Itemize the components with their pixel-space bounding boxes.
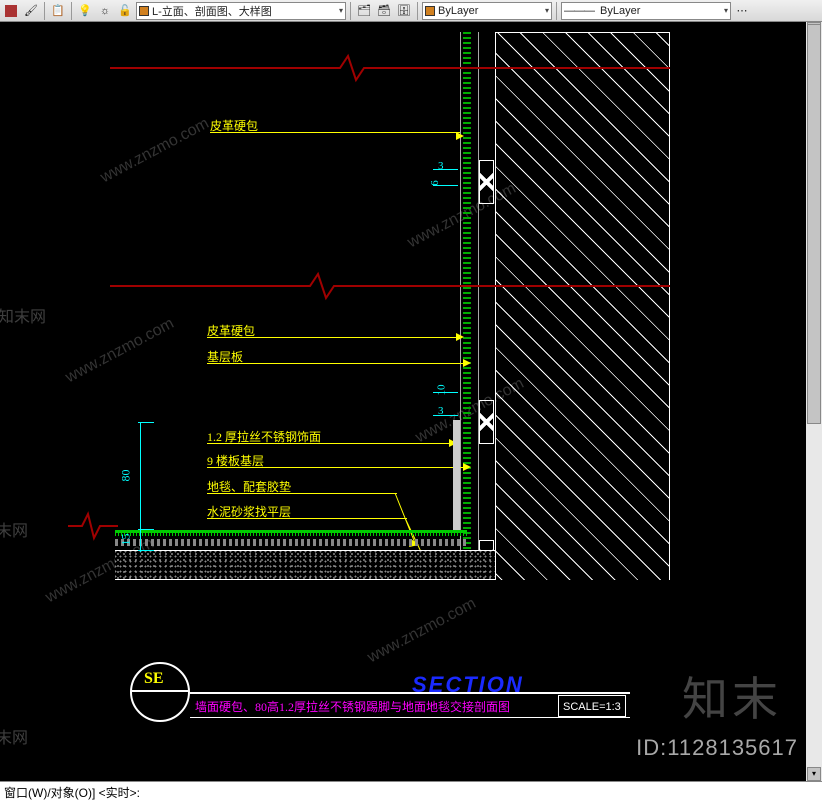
leader-line bbox=[207, 337, 460, 338]
layer-state-icon[interactable]: 📋 bbox=[49, 2, 67, 20]
logo-watermark: 知末 bbox=[682, 663, 782, 729]
layer-walk-icon[interactable]: 🗄 bbox=[395, 2, 413, 20]
watermark-cn: 知末网 bbox=[0, 724, 28, 748]
id-label: ID:1128135617 bbox=[636, 735, 798, 761]
chevron-down-icon: ▾ bbox=[541, 6, 549, 15]
linetype-combo-text: ByLayer bbox=[600, 5, 640, 17]
watermark: www.znzmo.com bbox=[63, 315, 177, 387]
dim-line bbox=[140, 422, 141, 552]
chevron-down-icon: ▾ bbox=[335, 6, 343, 15]
watermark: www.znzmo.com bbox=[98, 115, 212, 187]
scroll-down-icon[interactable]: ▾ bbox=[807, 767, 821, 781]
title-line bbox=[190, 692, 630, 694]
color-picker-button[interactable] bbox=[2, 2, 20, 20]
dim-ext bbox=[138, 422, 154, 423]
dim-text: 15 bbox=[119, 534, 134, 546]
concrete-layer bbox=[115, 550, 495, 580]
blocking bbox=[479, 400, 494, 444]
dim-text: 80 bbox=[119, 470, 134, 482]
arrowhead-icon bbox=[456, 132, 466, 142]
watermark-cn: 知末网 bbox=[0, 517, 28, 541]
dim-line bbox=[433, 185, 458, 186]
paint-icon[interactable]: 🖌 bbox=[22, 2, 40, 20]
layer-iso-icon[interactable]: 🗃 bbox=[375, 2, 393, 20]
arrowhead-icon bbox=[463, 463, 473, 473]
scale-text: SCALE=1:3 bbox=[563, 701, 621, 713]
section-tag-text: SE bbox=[144, 670, 164, 688]
stainless-skirting bbox=[453, 420, 460, 530]
pad-layer bbox=[115, 539, 467, 546]
drawing-title: 墙面硬包、80高1.2厚拉丝不锈钢踢脚与地面地毯交接剖面图 bbox=[195, 698, 510, 715]
leader-line bbox=[207, 493, 397, 494]
break-line bbox=[110, 54, 680, 84]
sun-icon[interactable]: ☼ bbox=[96, 2, 114, 20]
command-text: 窗口(W)/对象(O)] <实时>: bbox=[4, 784, 140, 801]
arrowhead-icon bbox=[463, 359, 473, 369]
dim-ext bbox=[138, 550, 154, 551]
drawing-canvas[interactable]: www.znzmo.com www.znzmo.com www.znzmo.co… bbox=[0, 22, 822, 781]
dim-line bbox=[433, 392, 458, 393]
leader-line bbox=[210, 132, 460, 133]
dim-text: 10 bbox=[436, 385, 448, 396]
watermark-cn: 知末网 bbox=[0, 303, 46, 327]
section-word: SECTION bbox=[412, 672, 524, 698]
scale-box: SCALE=1:3 bbox=[558, 695, 626, 717]
bulb-icon[interactable]: 💡 bbox=[76, 2, 94, 20]
break-line bbox=[68, 512, 118, 542]
watermark: www.znzmo.com bbox=[365, 595, 479, 667]
arrowhead-icon bbox=[456, 333, 466, 343]
tag-divider bbox=[132, 690, 188, 692]
more-icon[interactable]: ⋯ bbox=[733, 2, 751, 20]
lock-icon[interactable]: 🔓 bbox=[116, 2, 134, 20]
chevron-down-icon: ▾ bbox=[720, 6, 728, 15]
color-combo[interactable]: ByLayer ▾ bbox=[422, 2, 552, 20]
dim-text: 3 bbox=[438, 160, 444, 172]
blocking bbox=[479, 160, 494, 204]
wall-face-line bbox=[460, 32, 461, 572]
layer-color-swatch bbox=[139, 6, 149, 16]
vertical-scrollbar[interactable]: ▴ ▾ bbox=[806, 22, 822, 781]
leader-line bbox=[207, 443, 453, 444]
color-combo-text: ByLayer bbox=[438, 5, 478, 17]
layer-combo[interactable]: L-立面、剖面图、大样图 ▾ bbox=[136, 2, 346, 20]
leader-line bbox=[207, 467, 467, 468]
scrollbar-thumb[interactable] bbox=[807, 24, 821, 424]
main-toolbar: 🖌 📋 💡 ☼ 🔓 L-立面、剖面图、大样图 ▾ 🗂 🗃 🗄 ByLayer ▾… bbox=[0, 0, 822, 22]
layer-prev-icon[interactable]: 🗂 bbox=[355, 2, 373, 20]
command-line[interactable]: 窗口(W)/对象(O)] <实时>: bbox=[0, 781, 822, 803]
dim-line bbox=[433, 415, 458, 416]
carpet-layer bbox=[115, 530, 467, 536]
layer-combo-text: L-立面、剖面图、大样图 bbox=[152, 3, 272, 19]
dim-ext bbox=[138, 529, 154, 530]
leader-line bbox=[207, 518, 407, 519]
dim-line bbox=[433, 169, 458, 170]
wall-hatch bbox=[495, 32, 670, 580]
leader-line bbox=[207, 363, 467, 364]
wall-face-line bbox=[478, 32, 479, 578]
break-line bbox=[110, 272, 680, 302]
title-line-thin bbox=[190, 717, 630, 718]
color-swatch bbox=[425, 6, 435, 16]
linetype-combo[interactable]: ——— ByLayer ▾ bbox=[561, 2, 731, 20]
